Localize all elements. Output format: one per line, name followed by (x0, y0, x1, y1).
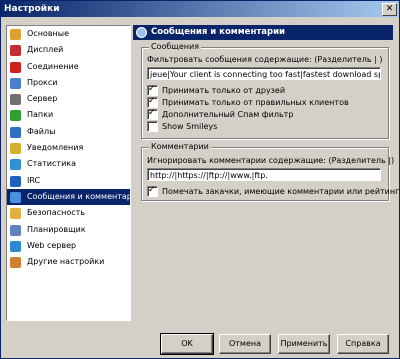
proxy-icon (10, 77, 21, 89)
sidebar-item-label: Другие настройки (27, 257, 105, 267)
sidebar-item[interactable]: IRC (7, 173, 130, 189)
sidebar-item[interactable]: Web сервер (7, 238, 130, 254)
connection-icon (10, 61, 21, 73)
show-smileys-box[interactable] (147, 121, 158, 132)
sidebar-item-label: IRC (27, 175, 41, 185)
friends-only-label: Принимать только от друзей (162, 86, 286, 95)
window-title: Настройки (4, 4, 60, 14)
filter-input[interactable]: jeue|Your client is connecting too fast|… (147, 67, 381, 80)
filter-label: Фильтровать сообщения содержащие: (Разде… (147, 55, 383, 64)
sidebar-item-label: Папки (27, 110, 54, 120)
irc-icon (10, 175, 21, 187)
sidebar-item[interactable]: Статистика (7, 156, 130, 172)
show-smileys-label: Show Smileys (162, 122, 218, 131)
sidebar-item-label: Планировщик (27, 224, 86, 234)
friends-only-checkbox[interactable]: Принимать только от друзей (147, 84, 286, 96)
sidebar-item-label: Основные (27, 29, 70, 38)
security-icon (10, 208, 21, 220)
notifications-icon (10, 143, 21, 155)
sidebar-item[interactable]: Уведомления (7, 140, 130, 156)
sidebar-item-label: Статистика (27, 159, 76, 169)
sidebar-item-label: Безопасность (27, 208, 85, 218)
messages-icon (10, 191, 21, 203)
sidebar-item-label: Сообщения и комментарии (27, 191, 131, 201)
sidebar-item[interactable]: Соединение (7, 59, 130, 75)
sidebar-item-label: Уведомления (27, 143, 84, 153)
spam-filter-checkbox[interactable]: Дополнительный Спам фильтр (147, 108, 294, 120)
messages-group-legend: Сообщения (149, 42, 202, 52)
sidebar-item[interactable]: Основные (7, 26, 130, 42)
ignore-label: Игнорировать комментарии содержащие: (Ра… (147, 156, 395, 165)
files-icon (10, 126, 21, 138)
apply-button[interactable]: Применить (278, 334, 330, 354)
sidebar-item-label: Файлы (27, 126, 56, 136)
sidebar-item[interactable]: Файлы (7, 124, 130, 140)
show-smileys-checkbox[interactable]: Show Smileys (147, 121, 217, 132)
sidebar-item-label: Соединение (27, 61, 79, 71)
sidebar-item-label: Дисплей (27, 45, 64, 55)
messages-icon (136, 27, 147, 38)
help-button[interactable]: Справка (337, 334, 389, 354)
comments-group-legend: Комментарии (149, 142, 211, 152)
cancel-button[interactable]: Отмена (219, 334, 271, 354)
sidebar-item[interactable]: Планировщик (7, 222, 130, 238)
close-button[interactable]: ✕ (382, 3, 397, 16)
sidebar-item-label: Web сервер (27, 240, 77, 250)
title-bar: Настройки ✕ (1, 1, 399, 17)
friends-only-box[interactable] (147, 84, 158, 96)
settings-category-list[interactable]: Основные Дисплей Соединение Прокси Сервер Пап… (6, 25, 131, 321)
sidebar-item[interactable]: Безопасность (7, 205, 130, 221)
sidebar-item[interactable]: Прокси (7, 75, 130, 91)
mark-downloads-label: Помечать закачки, имеющие комментарии ил… (162, 187, 400, 196)
gear-icon (10, 29, 21, 40)
sidebar-item[interactable]: Сообщения и комментарии (7, 188, 131, 206)
mark-downloads-checkbox[interactable]: Помечать закачки, имеющие комментарии ил… (147, 185, 400, 197)
spam-filter-label: Дополнительный Спам фильтр (162, 110, 294, 119)
sidebar-item[interactable]: Другие настройки (7, 254, 130, 270)
valid-clients-checkbox[interactable]: Принимать только от правильных клиентов (147, 96, 349, 108)
web-server-icon (10, 240, 21, 252)
settings-window: Настройки ✕ Основные Дисплей Соединение Про… (0, 0, 400, 359)
panel-title: Сообщения и комментарии (151, 27, 285, 37)
spam-filter-box[interactable] (147, 108, 158, 120)
sidebar-item[interactable]: Дисплей (7, 42, 130, 58)
mark-downloads-box[interactable] (147, 185, 158, 197)
panel-header: Сообщения и комментарии (133, 25, 393, 40)
sidebar-item-label: Сервер (27, 94, 58, 104)
display-icon (10, 45, 21, 57)
valid-clients-label: Принимать только от правильных клиентов (162, 98, 349, 107)
sidebar-item[interactable]: Сервер (7, 91, 130, 107)
server-icon (10, 94, 21, 106)
sidebar-item-label: Прокси (27, 77, 58, 87)
statistics-icon (10, 159, 21, 171)
other-settings-icon (10, 257, 21, 269)
ignore-input[interactable]: http://|https://|ftp://|www.|ftp. (147, 168, 381, 181)
ok-button[interactable]: OK (160, 333, 214, 355)
folder-icon (10, 110, 21, 122)
sidebar-item[interactable]: Папки (7, 107, 130, 123)
valid-clients-box[interactable] (147, 96, 158, 108)
scheduler-icon (10, 224, 21, 236)
